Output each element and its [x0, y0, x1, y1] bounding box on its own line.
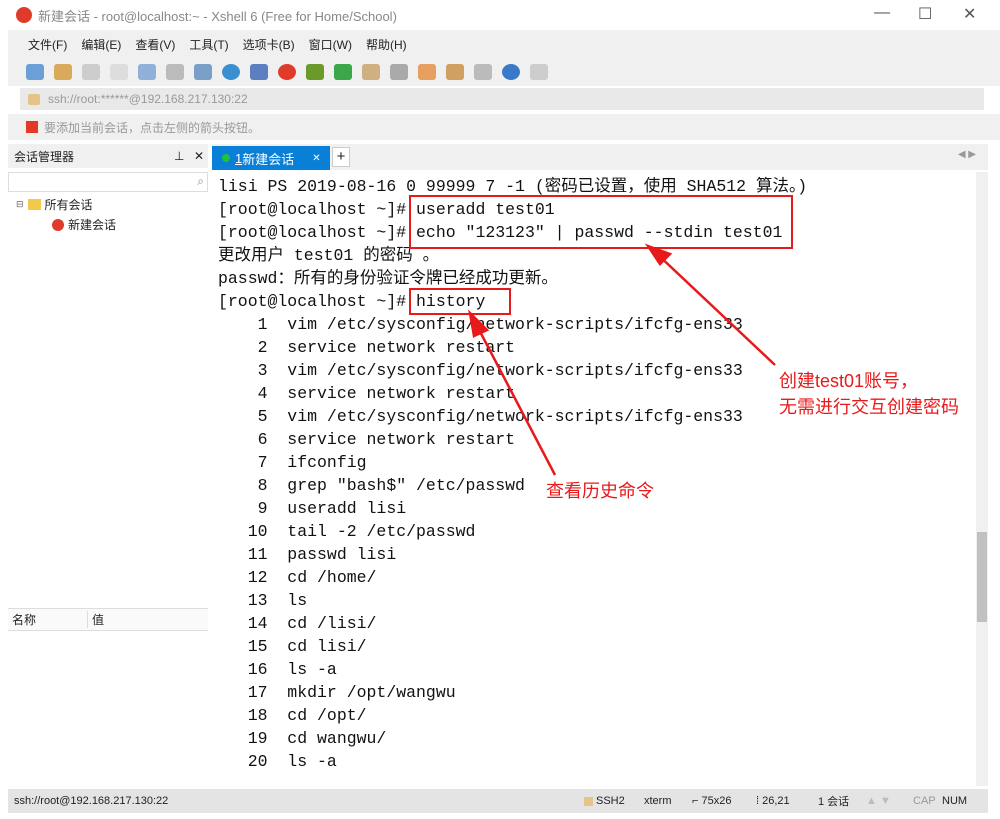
lock-icon [584, 796, 593, 806]
session-nav-arrows-icon[interactable]: ▲ ▼ [866, 795, 891, 807]
arrow-to-useradd [654, 251, 776, 366]
status-num: NUM [942, 795, 968, 807]
status-connection: ssh://root@192.168.217.130:22 [14, 795, 169, 807]
status-size: ⌐ 75x26 [692, 795, 732, 807]
status-protocol: SSH2 [596, 795, 625, 807]
annotation-history: 查看历史命令 [546, 481, 654, 501]
status-cursor: ⁞ 26,21 [756, 795, 790, 807]
status-sessions: 1 会话 [818, 796, 850, 808]
arrow-to-history [473, 321, 557, 476]
status-term: xterm [644, 795, 672, 807]
status-bar: ssh://root@192.168.217.130:22 SSH2 xterm… [8, 789, 988, 813]
arrowhead-useradd [644, 243, 673, 266]
arrowhead-history [468, 309, 490, 338]
annotation-create-user: 创建test01账号， [779, 371, 919, 391]
status-cap: CAP [913, 795, 936, 807]
annotation-no-interaction: 无需进行交互创建密码 [779, 397, 959, 417]
